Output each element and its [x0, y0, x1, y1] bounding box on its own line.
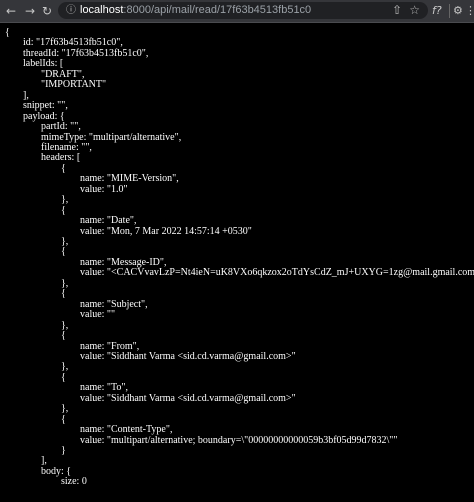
- json-line: partId: "",: [41, 121, 81, 133]
- json-line: body: {: [41, 465, 72, 477]
- json-line: name: "Subject",: [80, 298, 148, 310]
- json-line: ],: [41, 455, 47, 467]
- json-line: name: "From",: [80, 340, 140, 352]
- json-line: value: "1.0": [80, 183, 128, 195]
- json-line: size: 0: [61, 476, 87, 488]
- json-line: },: [61, 194, 69, 206]
- json-line: {: [61, 204, 66, 216]
- arrow-left-icon[interactable]: ←: [6, 3, 16, 19]
- arrow-right-icon[interactable]: →: [25, 3, 35, 19]
- json-line: name: "MIME-Version",: [80, 173, 179, 185]
- json-line: snippet: "",: [23, 100, 68, 112]
- json-line: {: [61, 371, 66, 383]
- json-line: value: "": [80, 309, 116, 321]
- json-line: value: "multipart/alternative; boundary=…: [80, 434, 398, 446]
- json-line: {: [61, 413, 66, 425]
- json-line: },: [61, 403, 69, 415]
- lock-icon[interactable]: ⓘ: [66, 2, 76, 19]
- share-icon[interactable]: ⇧: [392, 2, 402, 19]
- json-line: {: [61, 162, 66, 174]
- json-line: name: "Date",: [80, 215, 137, 227]
- json-line: {: [61, 330, 66, 342]
- json-line: },: [61, 236, 69, 247]
- puzzle-icon[interactable]: ⚙: [453, 3, 463, 19]
- json-line: },: [61, 361, 69, 373]
- json-line: "DRAFT",: [41, 68, 85, 80]
- json-line: {: [5, 27, 10, 38]
- json-line: payload: {: [23, 110, 65, 122]
- json-line: }: [61, 445, 66, 456]
- kebab-menu-icon[interactable]: ⋮: [465, 3, 474, 19]
- json-line: mimeType: "multipart/alternative",: [41, 131, 182, 143]
- url-text[interactable]: localhost:8000/api/mail/read/17f63b4513f…: [80, 2, 311, 19]
- json-line: name: "To",: [80, 382, 129, 394]
- json-line: },: [61, 277, 69, 289]
- json-line: filename: "",: [41, 141, 92, 153]
- json-line: value: "Siddhant Varma <sid.cd.varma@gma…: [80, 392, 296, 404]
- json-line: value: "Mon, 7 Mar 2022 14:57:14 +0530": [80, 225, 252, 237]
- json-line: headers: [: [41, 152, 81, 164]
- extension-icon[interactable]: f?: [432, 3, 442, 19]
- json-line: {: [61, 288, 66, 300]
- json-line: {: [61, 246, 66, 258]
- json-line: "IMPORTANT": [41, 79, 107, 91]
- json-line: name: "Message-ID",: [80, 256, 167, 268]
- json-line: id: "17f63b4513fb51c0",: [23, 37, 123, 49]
- star-icon[interactable]: ☆: [409, 2, 420, 19]
- json-line: labelIds: [: [23, 58, 64, 70]
- json-line: },: [61, 319, 69, 331]
- json-line: threadId: "17f63b4513fb51c0",: [23, 47, 149, 59]
- json-viewer: { id: "17f63b4513fb51c0", threadId: "17f63…: [0, 23, 474, 502]
- toolbar-divider: [449, 4, 450, 18]
- browser-toolbar: ← → ↻ ⓘ localhost:8000/api/mail/read/17f…: [0, 0, 474, 23]
- json-line: value: "Siddhant Varma <sid.cd.varma@gma…: [80, 350, 296, 362]
- json-line: value: "<CACVvavLzP=Nt4ieN=uK8VXo6qkzox2…: [80, 267, 474, 279]
- address-bar[interactable]: ⓘ localhost:8000/api/mail/read/17f63b451…: [58, 2, 428, 19]
- json-line: ],: [23, 89, 29, 101]
- json-line: name: "Content-Type",: [80, 424, 173, 436]
- reload-icon[interactable]: ↻: [42, 3, 52, 19]
